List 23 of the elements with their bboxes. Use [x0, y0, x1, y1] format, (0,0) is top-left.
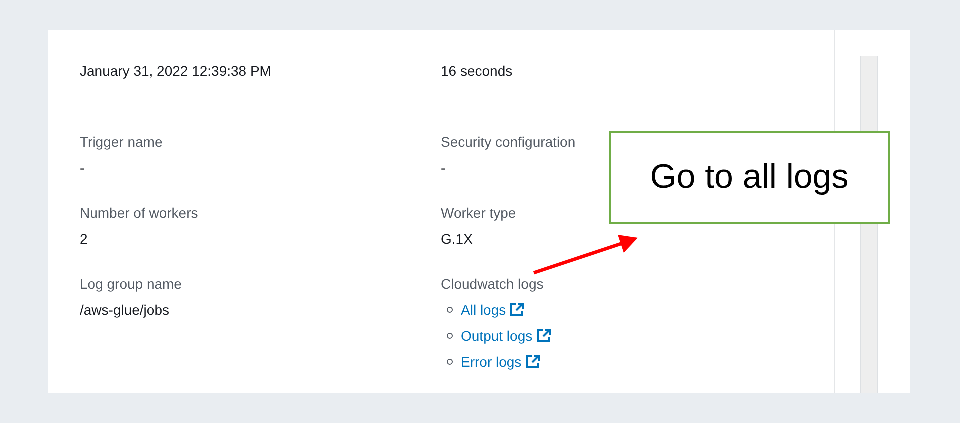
field-label: Cloudwatch logs — [441, 275, 544, 293]
field-value: January 31, 2022 12:39:38 PM — [80, 62, 272, 80]
field-value: 2 — [80, 230, 88, 248]
bullet-icon — [447, 333, 453, 339]
bullet-icon — [447, 307, 453, 313]
field-value: G.1X — [441, 230, 473, 248]
external-link-icon — [510, 303, 524, 317]
field-value: - — [441, 159, 446, 177]
log-link[interactable]: All logs — [461, 302, 524, 318]
field-label: Security configuration — [441, 133, 576, 151]
external-link-icon — [536, 329, 551, 343]
field-value: - — [80, 159, 85, 177]
annotation-tooltip: Go to all logs — [609, 131, 890, 224]
field-label: Worker type — [441, 204, 516, 222]
field-value: /aws-glue/jobs — [80, 301, 170, 319]
field-label: Trigger name — [80, 133, 163, 151]
external-link-icon — [526, 355, 540, 369]
log-link[interactable]: Error logs — [461, 354, 540, 370]
field-label: Number of workers — [80, 204, 198, 222]
field-label: Log group name — [80, 275, 182, 293]
field-value: 16 seconds — [441, 62, 513, 80]
bullet-icon — [447, 359, 453, 365]
log-link[interactable]: Output logs — [461, 328, 551, 344]
